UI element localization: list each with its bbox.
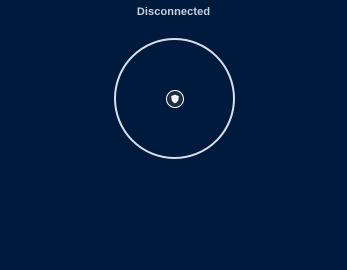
shield-badge — [165, 89, 184, 108]
vpn-main-screen: Disconnected — [0, 0, 347, 270]
connect-button[interactable] — [114, 38, 235, 159]
connection-status-label: Disconnected — [136, 6, 211, 18]
shield-icon — [170, 94, 179, 103]
